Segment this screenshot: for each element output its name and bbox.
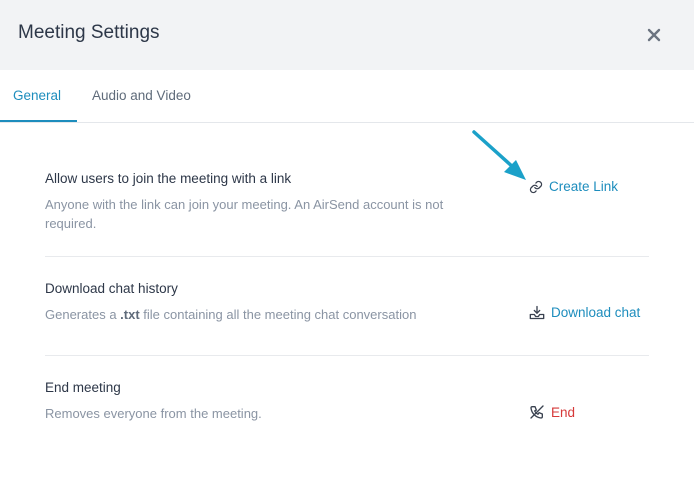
end-setting-title: End meeting	[45, 380, 121, 395]
download-chat-button[interactable]: Download chat	[529, 305, 640, 320]
download-setting-description: Generates a .txt file containing all the…	[45, 307, 417, 322]
phone-off-icon	[530, 405, 544, 419]
tab-audio-video[interactable]: Audio and Video	[92, 88, 191, 103]
download-chat-label: Download chat	[551, 305, 641, 320]
link-setting-description: Anyone with the link can join your meeti…	[45, 197, 444, 231]
divider	[45, 256, 649, 257]
dialog-title: Meeting Settings	[18, 22, 160, 43]
txt-extension: .txt	[120, 307, 140, 322]
close-button[interactable]	[643, 24, 665, 46]
tab-bar: General Audio and Video	[0, 70, 694, 123]
create-link-label: Create Link	[549, 179, 619, 194]
link-setting-title: Allow users to join the meeting with a l…	[45, 171, 292, 186]
tab-general[interactable]: General	[13, 88, 61, 103]
pointer-arrow-icon	[472, 130, 526, 180]
link-icon	[529, 180, 543, 193]
download-setting-title: Download chat history	[45, 281, 178, 296]
end-meeting-button[interactable]: End	[529, 404, 575, 420]
download-icon	[529, 305, 545, 320]
end-setting-description: Removes everyone from the meeting.	[45, 406, 262, 421]
create-link-button[interactable]: Create Link	[529, 179, 618, 194]
active-tab-indicator	[0, 120, 77, 122]
close-icon	[647, 28, 661, 42]
end-meeting-label: End	[551, 404, 576, 420]
dialog-header: Meeting Settings	[0, 0, 694, 70]
divider	[45, 355, 649, 356]
